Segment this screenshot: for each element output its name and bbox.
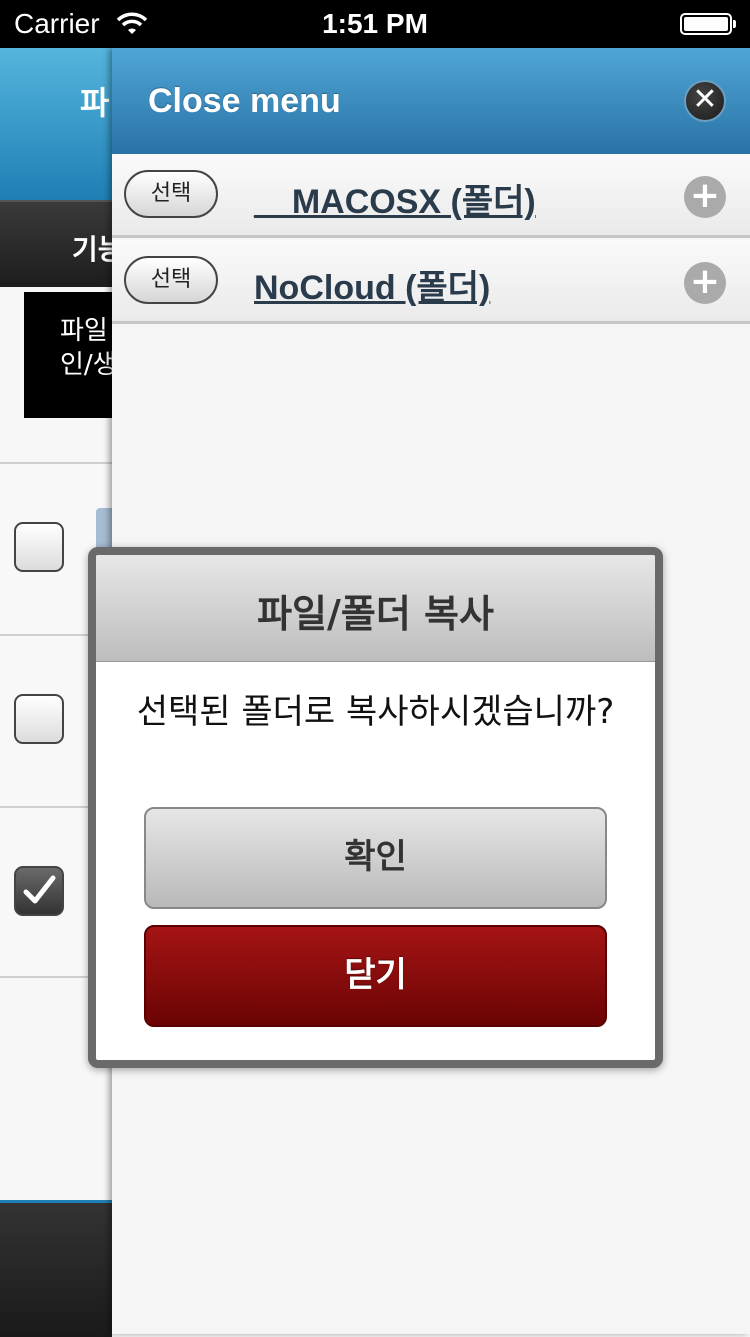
checkbox[interactable] [14,694,64,744]
confirm-button[interactable]: 확인 [144,807,607,909]
checkbox-checked[interactable] [14,866,64,916]
file-thumbnail-icon [96,508,112,548]
dialog-title: 파일/폴더 복사 [257,592,494,636]
select-button[interactable]: 선택 [124,170,218,218]
folder-row[interactable]: 선택 NoCloud (폴더) + [112,240,750,324]
battery-icon [680,13,736,35]
select-button[interactable]: 선택 [124,256,218,304]
checkbox[interactable] [14,522,64,572]
checkmark-icon [23,875,56,904]
status-bar: Carrier 1:51 PM [0,0,750,48]
dialog-header: 파일/폴더 복사 [96,555,655,662]
close-menu-title[interactable]: Close menu [148,82,341,121]
clock: 1:51 PM [322,8,428,39]
folder-link[interactable]: __MACOSX (폴더) [254,174,536,223]
background-footer [0,1200,112,1337]
close-icon[interactable]: ✕ [684,80,726,122]
background-header-title: 파 [80,84,110,122]
plus-icon[interactable]: + [684,262,726,304]
background-notice-text: 파일 인/생 [60,316,117,380]
folder-link[interactable]: NoCloud (폴더) [254,260,490,309]
plus-icon[interactable]: + [684,176,726,218]
background-notice: 파일 인/생 [24,292,124,418]
folder-row[interactable]: 선택 __MACOSX (폴더) + [112,154,750,238]
background-header [0,48,112,200]
menu-header: Close menu ✕ [112,48,750,154]
dialog-message: 선택된 폴더로 복사하시겠습니까? [136,692,615,732]
copy-dialog: 파일/폴더 복사 선택된 폴더로 복사하시겠습니까? 확인 닫기 [88,547,663,1068]
close-button[interactable]: 닫기 [144,925,607,1027]
